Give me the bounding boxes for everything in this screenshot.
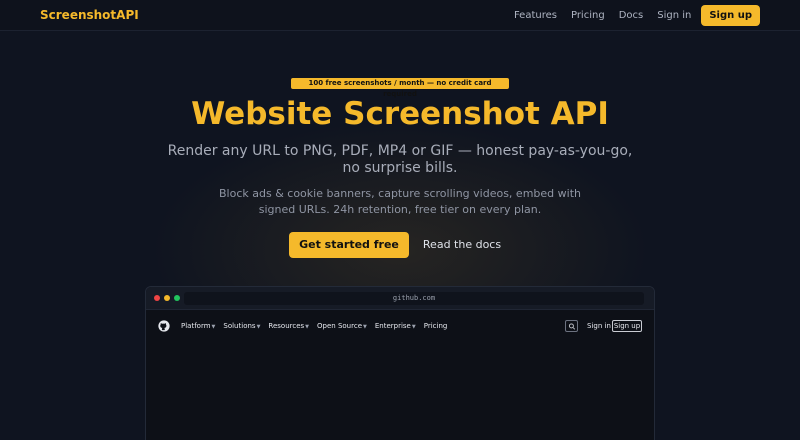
- browser-preview: github.com Platform▼ Solutions▼ Resource…: [145, 286, 655, 440]
- chevron-down-icon: ▼: [256, 324, 261, 330]
- signup-button[interactable]: Sign up: [701, 5, 760, 26]
- hero-subtitle-line2: no surprise bills.: [342, 160, 458, 176]
- window-maximize-dot: [174, 295, 180, 301]
- nav-link-pricing[interactable]: Pricing: [571, 6, 605, 26]
- hero-description: Block ads & cookie banners, capture scro…: [200, 186, 600, 218]
- nav-link-docs[interactable]: Docs: [619, 6, 644, 26]
- hero-description-line2: signed URLs. 24h retention, free tier on…: [258, 203, 542, 216]
- browser-chrome: github.com: [146, 287, 654, 310]
- preview-signup: Sign up: [612, 320, 642, 332]
- get-started-button[interactable]: Get started free: [289, 232, 409, 258]
- chevron-down-icon: ▼: [363, 324, 367, 330]
- window-close-dot: [154, 295, 160, 301]
- preview-menu-platform: Platform▼: [181, 322, 216, 330]
- brand-logo[interactable]: ScreenshotAPI: [40, 8, 139, 22]
- free-tier-badge: 100 free screenshots / month — no credit…: [291, 78, 509, 98]
- preview-menu-pricing: Pricing: [423, 322, 448, 330]
- hero-subtitle-line1: Render any URL to PNG, PDF, MP4 or GIF —…: [167, 143, 633, 159]
- preview-menu: Platform▼ Solutions▼ Resources▼ Open Sou…: [181, 322, 455, 330]
- preview-menu-solutions: Solutions▼: [223, 322, 261, 330]
- address-bar: github.com: [184, 292, 644, 305]
- search-icon: [565, 320, 578, 332]
- preview-menu-open-source: Open Source▼: [317, 322, 367, 330]
- chevron-down-icon: ▼: [211, 324, 216, 330]
- chevron-down-icon: ▼: [411, 324, 416, 330]
- hero-subtitle: Render any URL to PNG, PDF, MP4 or GIF —…: [150, 143, 650, 177]
- chevron-down-icon: ▼: [305, 324, 310, 330]
- preview-menu-resources: Resources▼: [268, 322, 310, 330]
- preview-menu-enterprise: Enterprise▼: [374, 322, 416, 330]
- hero-description-line1: Block ads & cookie banners, capture scro…: [219, 187, 581, 200]
- page-title: Website Screenshot API: [191, 96, 609, 132]
- preview-signin: Sign in: [587, 322, 611, 330]
- top-nav: ScreenshotAPI Features Pricing Docs Sign…: [0, 0, 800, 31]
- read-docs-link[interactable]: Read the docs: [414, 232, 510, 258]
- github-logo-icon: [158, 320, 170, 332]
- window-minimize-dot: [164, 295, 170, 301]
- preview-site-nav: Platform▼ Solutions▼ Resources▼ Open Sou…: [146, 310, 654, 340]
- nav-links: Features Pricing Docs Sign in Sign up: [514, 5, 760, 26]
- nav-link-signin[interactable]: Sign in: [657, 6, 691, 26]
- nav-link-features[interactable]: Features: [514, 6, 557, 26]
